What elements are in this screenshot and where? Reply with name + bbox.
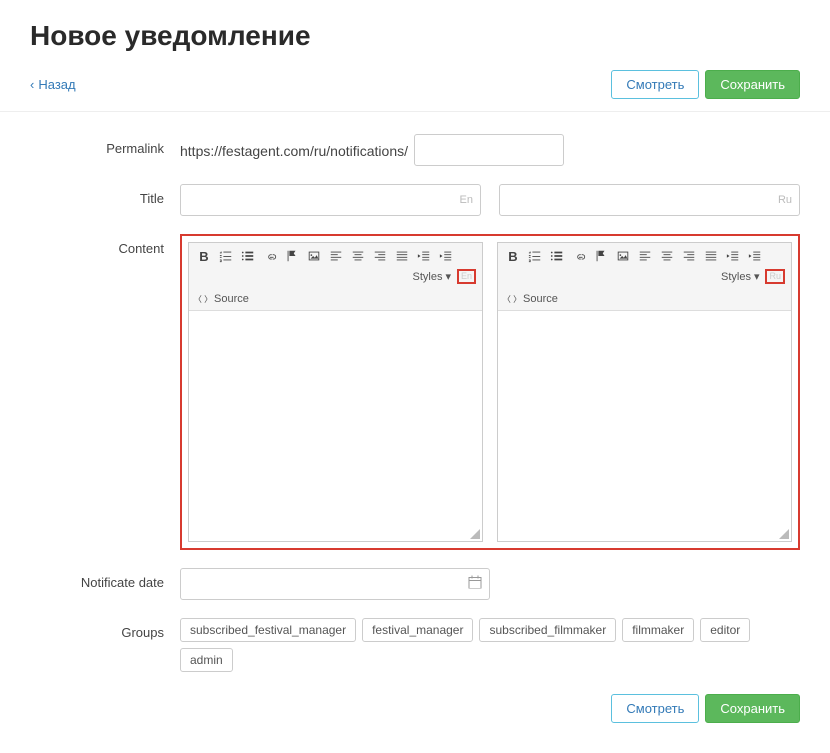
link-icon[interactable] — [570, 247, 588, 265]
align-right-icon[interactable] — [680, 247, 698, 265]
save-button[interactable]: Сохранить — [705, 70, 800, 99]
group-chip[interactable]: filmmaker — [622, 618, 694, 642]
chevron-down-icon: ▾ — [445, 270, 451, 283]
title-en-input[interactable] — [180, 184, 481, 216]
source-icon — [197, 293, 209, 305]
view-button[interactable]: Смотреть — [611, 70, 699, 99]
view-button[interactable]: Смотреть — [611, 694, 699, 723]
title-en-wrap: En — [180, 184, 481, 216]
separator — [0, 111, 830, 112]
bold-icon[interactable]: B — [504, 247, 522, 265]
back-link[interactable]: ‹ Назад — [30, 77, 76, 92]
source-icon — [506, 293, 518, 305]
content-highlight-box: B Styles ▾ En — [180, 234, 800, 550]
image-icon[interactable] — [305, 247, 323, 265]
resize-handle-icon[interactable] — [779, 529, 789, 539]
content-row: Content B Styles — [30, 234, 800, 550]
notificate-date-wrap — [180, 568, 490, 600]
groups-label: Groups — [30, 618, 180, 640]
title-label: Title — [30, 184, 180, 206]
top-actions-bar: ‹ Назад Смотреть Сохранить — [30, 70, 800, 99]
lang-box-en: En — [457, 269, 476, 284]
content-textarea-ru[interactable] — [498, 311, 791, 541]
image-icon[interactable] — [614, 247, 632, 265]
align-justify-icon[interactable] — [393, 247, 411, 265]
group-chip[interactable]: editor — [700, 618, 750, 642]
permalink-row: Permalink https://festagent.com/ru/notif… — [30, 134, 800, 166]
styles-dropdown[interactable]: Styles ▾ En — [412, 269, 476, 284]
link-icon[interactable] — [261, 247, 279, 265]
content-label: Content — [30, 234, 180, 256]
permalink-label: Permalink — [30, 134, 180, 156]
align-center-icon[interactable] — [349, 247, 367, 265]
top-button-group: Смотреть Сохранить — [611, 70, 800, 99]
page-title: Новое уведомление — [30, 20, 800, 52]
notificate-date-input[interactable] — [180, 568, 490, 600]
numbered-list-icon[interactable] — [526, 247, 544, 265]
editor-toolbar-ru: B Styles ▾ Ru — [498, 243, 791, 311]
notificate-date-label: Notificate date — [30, 568, 180, 590]
notificate-date-row: Notificate date — [30, 568, 800, 600]
groups-chips: subscribed_festival_manager festival_man… — [180, 618, 800, 672]
source-button[interactable]: Source — [498, 288, 791, 310]
editor-toolbar-en: B Styles ▾ En — [189, 243, 482, 311]
chevron-down-icon: ▾ — [754, 270, 760, 283]
content-textarea-en[interactable] — [189, 311, 482, 541]
group-chip[interactable]: subscribed_filmmaker — [479, 618, 616, 642]
outdent-icon[interactable] — [724, 247, 742, 265]
source-button[interactable]: Source — [189, 288, 482, 310]
save-button[interactable]: Сохранить — [705, 694, 800, 723]
styles-dropdown[interactable]: Styles ▾ Ru — [721, 269, 785, 284]
bottom-actions-bar: Смотреть Сохранить — [30, 694, 800, 723]
content-editor-en: B Styles ▾ En — [188, 242, 483, 542]
bullet-list-icon[interactable] — [548, 247, 566, 265]
outdent-icon[interactable] — [415, 247, 433, 265]
bullet-list-icon[interactable] — [239, 247, 257, 265]
title-row: Title En Ru — [30, 184, 800, 216]
content-editor-ru: B Styles ▾ Ru — [497, 242, 792, 542]
back-label: Назад — [38, 77, 75, 92]
align-right-icon[interactable] — [371, 247, 389, 265]
align-justify-icon[interactable] — [702, 247, 720, 265]
permalink-input[interactable] — [414, 134, 564, 166]
lang-en-tag: En — [460, 194, 473, 206]
lang-ru-tag: Ru — [778, 194, 792, 206]
permalink-prefix: https://festagent.com/ru/notifications/ — [180, 141, 408, 159]
title-ru-wrap: Ru — [499, 184, 800, 216]
calendar-icon[interactable] — [468, 575, 482, 594]
lang-box-ru: Ru — [765, 269, 785, 284]
align-center-icon[interactable] — [658, 247, 676, 265]
indent-icon[interactable] — [437, 247, 455, 265]
flag-icon[interactable] — [283, 247, 301, 265]
group-chip[interactable]: admin — [180, 648, 233, 672]
group-chip[interactable]: festival_manager — [362, 618, 473, 642]
resize-handle-icon[interactable] — [470, 529, 480, 539]
flag-icon[interactable] — [592, 247, 610, 265]
numbered-list-icon[interactable] — [217, 247, 235, 265]
bold-icon[interactable]: B — [195, 247, 213, 265]
title-ru-input[interactable] — [499, 184, 800, 216]
align-left-icon[interactable] — [636, 247, 654, 265]
align-left-icon[interactable] — [327, 247, 345, 265]
group-chip[interactable]: subscribed_festival_manager — [180, 618, 356, 642]
indent-icon[interactable] — [746, 247, 764, 265]
chevron-left-icon: ‹ — [30, 77, 34, 92]
groups-row: Groups subscribed_festival_manager festi… — [30, 618, 800, 672]
